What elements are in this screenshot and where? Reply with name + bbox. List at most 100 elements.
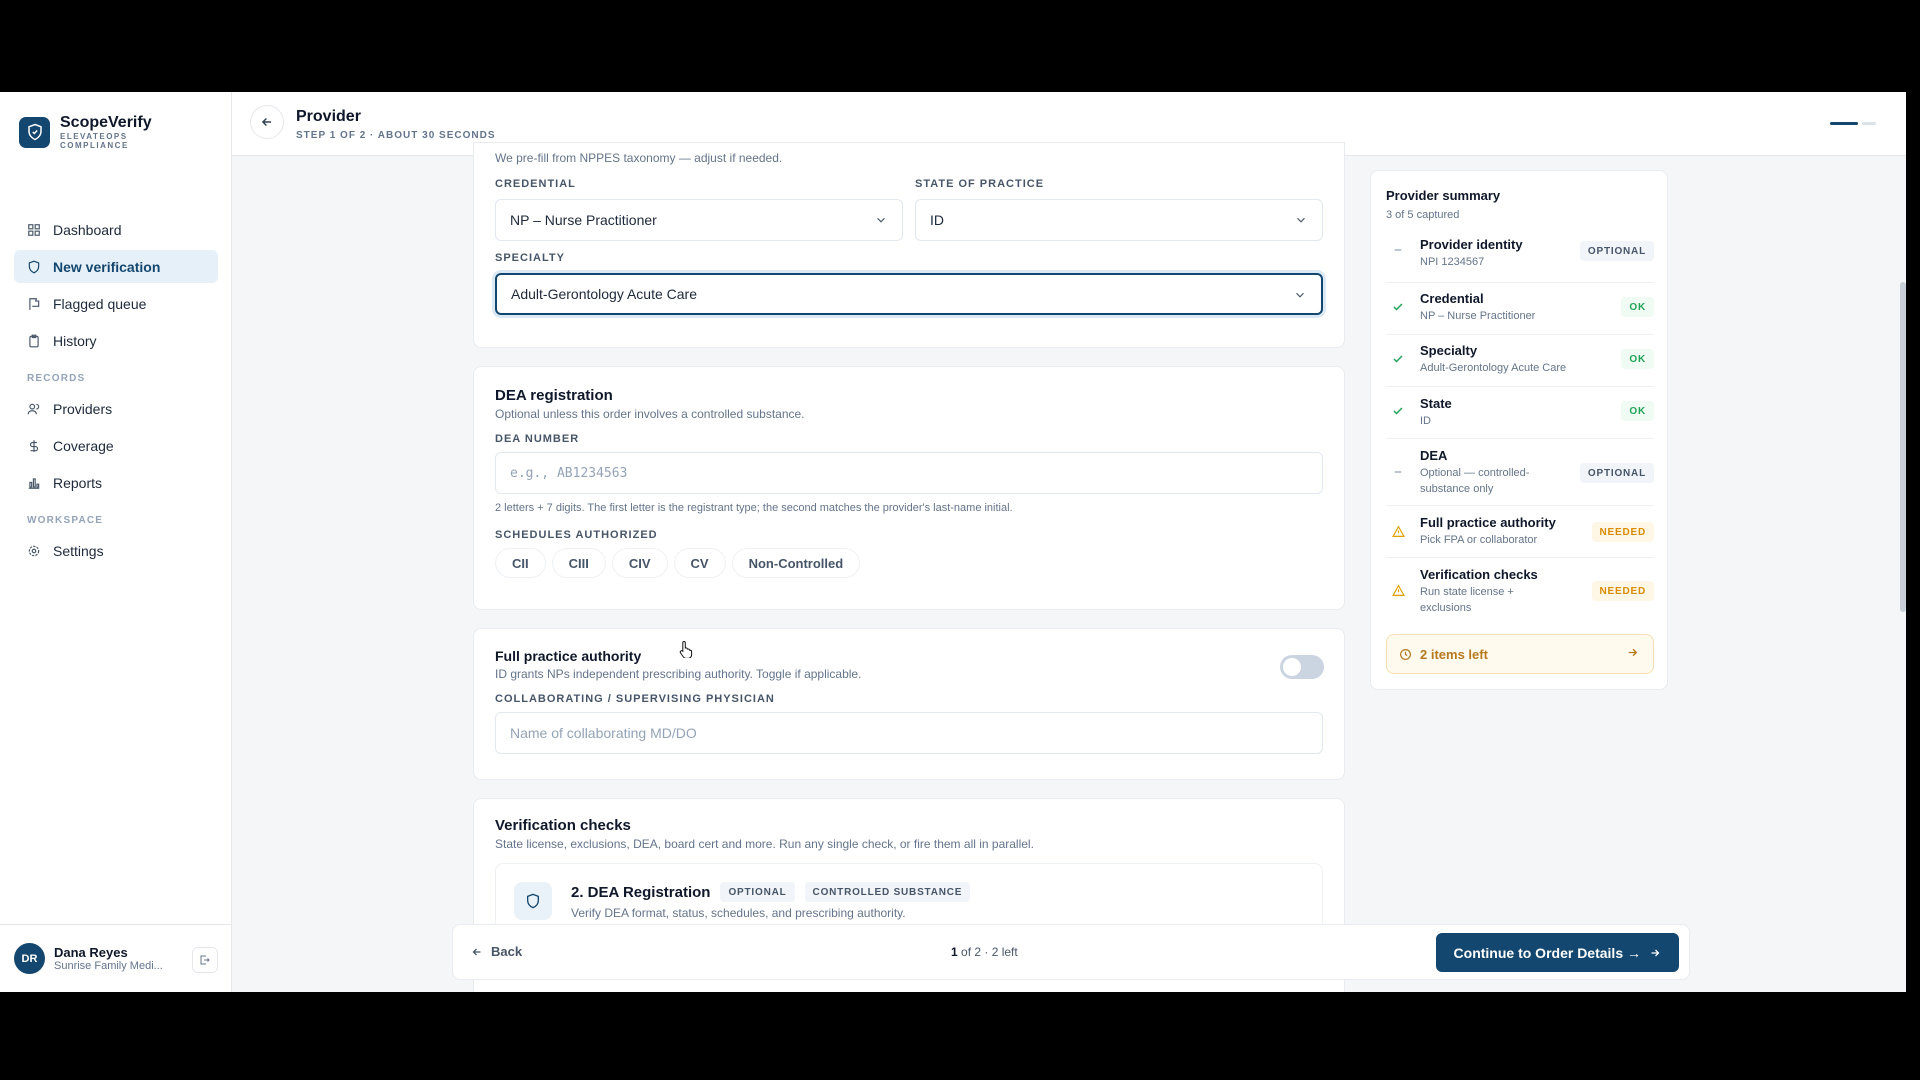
sidebar-item-flagged-queue[interactable]: Flagged queue [14, 287, 218, 320]
summary-row-specialty[interactable]: Specialty Adult-Gerontology Acute Care O… [1386, 335, 1654, 387]
flag-icon [27, 297, 41, 311]
specialty-value: Adult-Gerontology Acute Care [511, 286, 697, 302]
check-icon [1391, 352, 1405, 366]
brand-sub-1: ELEVATEOPS [60, 132, 128, 141]
schedule-chip-cv[interactable]: CV [673, 548, 726, 578]
arrow-left-icon [261, 117, 272, 127]
fpa-toggle[interactable] [1280, 655, 1324, 679]
dea-card: DEA registration Optional unless this or… [473, 366, 1345, 610]
sidebar-item-settings[interactable]: Settings [14, 534, 218, 567]
dea-help-text: 2 letters + 7 digits. The first letter i… [495, 502, 1013, 514]
brand-sub-2: COMPLIANCE [60, 141, 129, 150]
specialty-label: SPECIALTY [495, 252, 565, 264]
warning-icon [1391, 524, 1405, 538]
footer-page-current: 1 [951, 945, 958, 959]
sidebar-item-history[interactable]: History [14, 324, 218, 357]
hand-cursor-icon [679, 640, 693, 658]
sidebar-item-label: History [53, 332, 97, 349]
state-select[interactable]: ID [915, 199, 1323, 241]
summary-row-value: NPI 1234567 [1420, 256, 1485, 268]
specialty-select[interactable]: Adult-Gerontology Acute Care [495, 273, 1323, 315]
chevron-down-icon [1296, 292, 1304, 298]
footer-page-rest: of 2 · 2 left [957, 945, 1018, 959]
summary-row-full-practice-authority[interactable]: Full practice authority Pick FPA or coll… [1386, 506, 1654, 558]
items-left-label: 2 items left [1420, 646, 1488, 662]
credential-value: NP – Nurse Practitioner [510, 212, 657, 228]
user-card[interactable]: DR Dana Reyes Sunrise Family Medi... [0, 924, 232, 992]
credential-card: We pre-fill from NPPES taxonomy — adjust… [473, 142, 1345, 348]
page-title: Provider [296, 108, 361, 125]
chevron-down-icon [877, 217, 885, 223]
summary-row-name: Credential [1420, 291, 1484, 306]
progress-step-1 [1830, 122, 1858, 125]
items-left-button[interactable]: 2 items left [1386, 634, 1654, 674]
summary-row-dea[interactable]: DEA Optional — controlled- substance onl… [1386, 439, 1654, 506]
dea-title: DEA registration [495, 387, 613, 404]
summary-row-state[interactable]: State ID OK [1386, 387, 1654, 439]
sidebar-item-label: New verification [53, 258, 161, 275]
sidebar-item-reports[interactable]: Reports [14, 466, 218, 499]
chevron-down-icon [1297, 217, 1305, 223]
logout-button[interactable] [192, 947, 218, 973]
toggle-knob [1283, 658, 1301, 676]
avatar: DR [14, 943, 45, 974]
sidebar-item-coverage[interactable]: Coverage [14, 429, 218, 462]
shield-icon [527, 893, 539, 909]
status-badge: NEEDED [1591, 581, 1654, 601]
dea-subtitle: Optional unless this order involves a co… [495, 407, 805, 421]
sidebar-item-dashboard[interactable]: Dashboard [14, 213, 218, 246]
continue-button[interactable]: Continue to Order Details → [1435, 933, 1679, 972]
check-item-desc: Verify DEA format, status, schedules, an… [571, 906, 906, 920]
dash-icon [1391, 243, 1405, 257]
grid-icon [27, 223, 41, 237]
physician-label: COLLABORATING / SUPERVISING PHYSICIAN [495, 693, 775, 705]
schedules-label: SCHEDULES AUTHORIZED [495, 529, 658, 541]
arrow-right-icon [1628, 648, 1638, 657]
summary-row-provider-identity[interactable]: Provider identity NPI 1234567 OPTIONAL [1386, 231, 1654, 283]
schedules-chips: CII CIII CIV CV Non-Controlled [495, 548, 866, 578]
bar-chart-icon [27, 476, 41, 490]
schedule-chip-civ[interactable]: CIV [611, 548, 668, 578]
dash-icon [1391, 465, 1405, 479]
summary-row-value: Run state license + [1420, 586, 1514, 598]
page-scrollbar[interactable] [1900, 282, 1906, 612]
state-value: ID [930, 212, 944, 228]
sidebar-item-label: Providers [53, 400, 113, 417]
summary-row-name: Verification checks [1420, 567, 1538, 582]
footer-back-button[interactable]: Back [471, 944, 522, 959]
schedule-chip-cii[interactable]: CII [495, 548, 546, 578]
dea-number-input[interactable]: e.g., AB1234563 [495, 452, 1323, 494]
summary-title: Provider summary [1386, 188, 1501, 203]
user-org: Sunrise Family Medi... [54, 960, 163, 972]
summary-row-value: NP – Nurse Practitioner [1420, 310, 1536, 322]
sidebar-item-new-verification[interactable]: New verification [14, 250, 218, 283]
schedule-chip-non-controlled[interactable]: Non-Controlled [731, 548, 861, 578]
checks-title: Verification checks [495, 817, 631, 834]
summary-row-name: Specialty [1420, 343, 1478, 358]
shield-logo-icon [19, 116, 50, 148]
app-window: ScopeVerify ELEVATEOPS COMPLIANCE Dashbo… [0, 92, 1906, 992]
arrow-right-icon [1651, 949, 1660, 956]
check-icon [1391, 404, 1405, 418]
shield-icon [27, 260, 41, 274]
progress-step-2 [1862, 122, 1876, 125]
schedule-chip-ciii[interactable]: CIII [551, 548, 606, 578]
summary-row-value: Pick FPA or collaborator [1420, 534, 1538, 546]
warning-icon [1391, 583, 1405, 597]
brand[interactable]: ScopeVerify ELEVATEOPS COMPLIANCE [19, 114, 152, 150]
summary-row-credential[interactable]: Credential NP – Nurse Practitioner OK [1386, 283, 1654, 335]
sidebar-item-label: Settings [53, 542, 104, 559]
provider-summary: Provider summary 3 of 5 captured Provide… [1370, 170, 1668, 690]
footer-action-bar: Back 1 of 2 · 2 left Continue to Order D… [452, 924, 1690, 980]
sidebar-item-providers[interactable]: Providers [14, 392, 218, 425]
summary-row-verification-checks[interactable]: Verification checks Run state license + … [1386, 558, 1654, 622]
sidebar-item-label: Coverage [53, 437, 114, 454]
physician-input[interactable]: Name of collaborating MD/DO [495, 712, 1323, 754]
status-badge: OPTIONAL [1579, 241, 1654, 261]
header-back-button[interactable] [250, 105, 284, 139]
step-progress [1830, 122, 1876, 125]
credential-label: CREDENTIAL [495, 178, 576, 190]
sidebar: ScopeVerify ELEVATEOPS COMPLIANCE Dashbo… [0, 92, 232, 992]
clock-icon [1400, 648, 1411, 660]
credential-select[interactable]: NP – Nurse Practitioner [495, 199, 903, 241]
